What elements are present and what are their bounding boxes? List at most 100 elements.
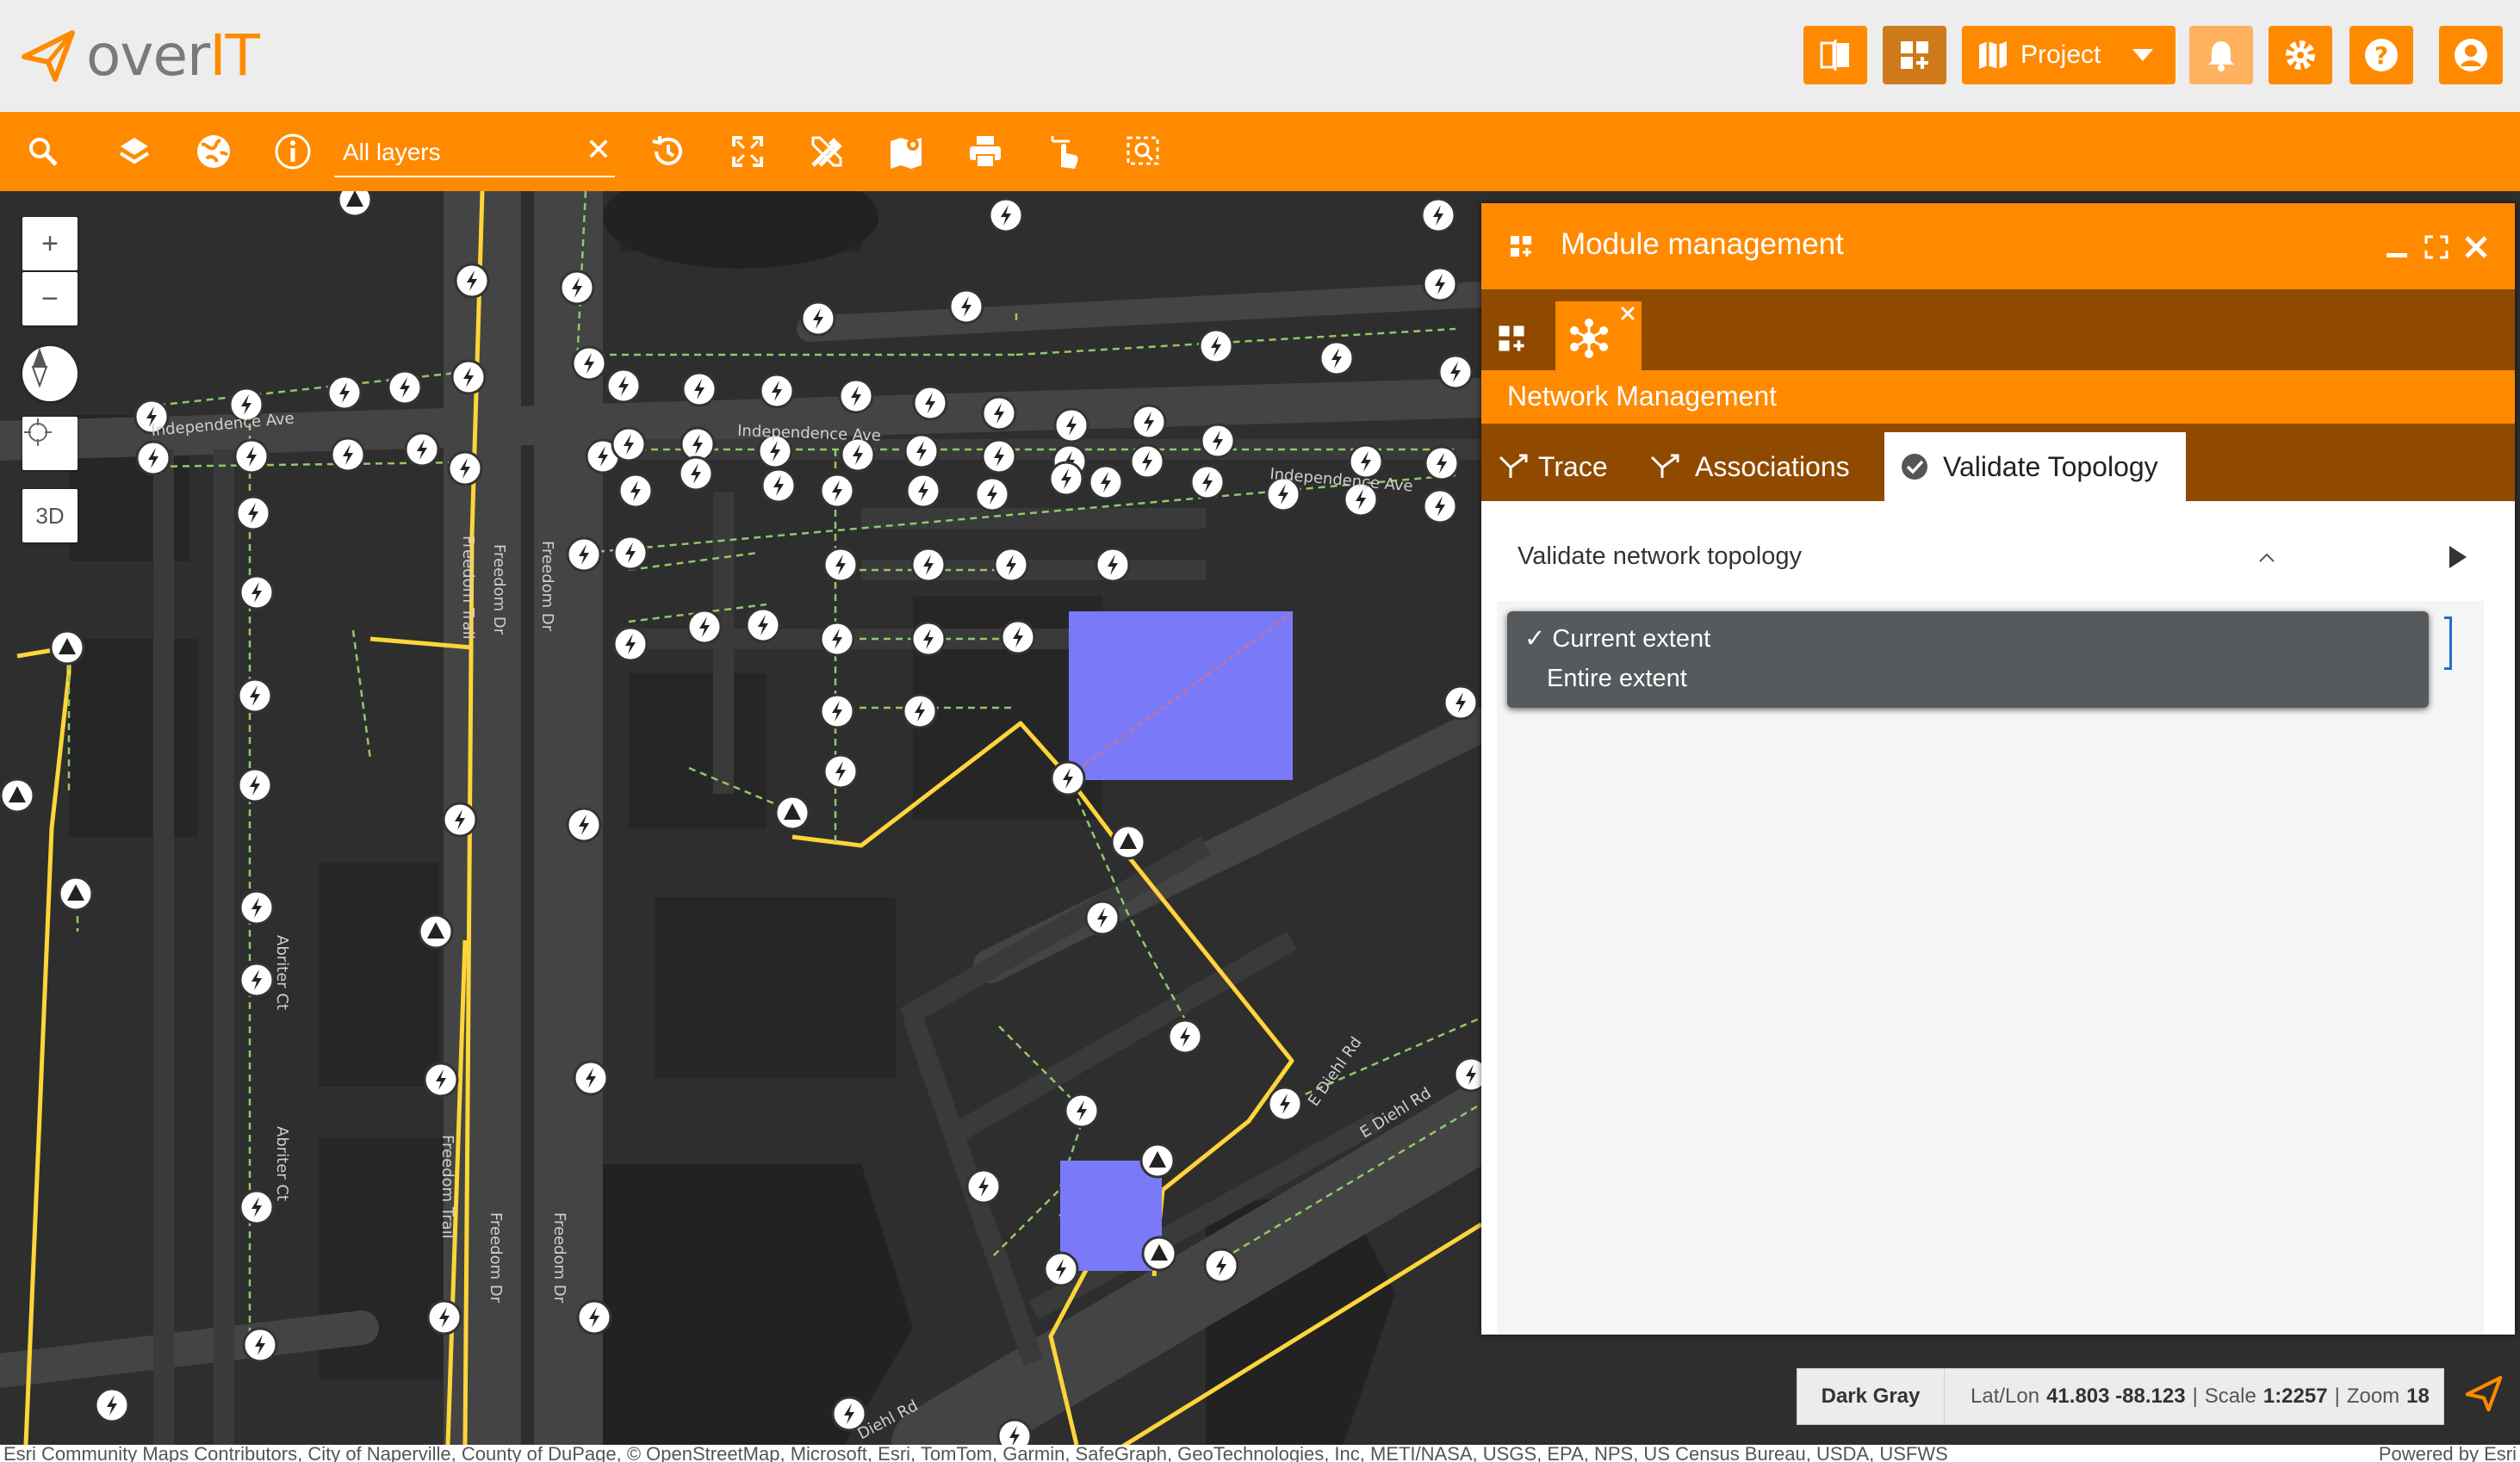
lightning-node-icon[interactable] bbox=[454, 263, 490, 299]
fullscreen-button[interactable] bbox=[722, 126, 773, 177]
lightning-node-icon[interactable] bbox=[1422, 266, 1458, 302]
info-button[interactable] bbox=[267, 126, 319, 177]
lightning-node-icon[interactable] bbox=[1064, 1093, 1100, 1129]
lightning-node-icon[interactable] bbox=[1095, 547, 1131, 583]
layer-select[interactable]: ✕ bbox=[334, 127, 615, 177]
lightning-node-icon[interactable] bbox=[1088, 464, 1124, 500]
lightning-node-icon[interactable] bbox=[1200, 423, 1236, 459]
lightning-node-icon[interactable] bbox=[1048, 461, 1084, 497]
lightning-node-icon[interactable] bbox=[974, 476, 1010, 512]
lightning-node-icon[interactable] bbox=[745, 607, 781, 643]
lightning-node-icon[interactable] bbox=[576, 1299, 612, 1335]
basemap-name[interactable]: Dark Gray bbox=[1797, 1369, 1945, 1424]
lightning-node-icon[interactable] bbox=[330, 437, 366, 473]
lightning-node-icon[interactable] bbox=[1131, 404, 1167, 440]
lightning-node-icon[interactable] bbox=[819, 621, 855, 657]
tab-close-icon[interactable] bbox=[1619, 305, 1636, 322]
minimize-icon[interactable] bbox=[2384, 234, 2410, 260]
lightning-node-icon[interactable] bbox=[1198, 328, 1234, 364]
lightning-node-icon[interactable] bbox=[237, 678, 273, 714]
lightning-node-icon[interactable] bbox=[1084, 900, 1120, 936]
lightning-node-icon[interactable] bbox=[902, 693, 938, 729]
lightning-node-icon[interactable] bbox=[1043, 1251, 1079, 1287]
tab-trace[interactable]: Trace bbox=[1499, 432, 1629, 501]
map-pins-button[interactable] bbox=[880, 126, 932, 177]
locate-button[interactable] bbox=[22, 417, 78, 470]
lightning-node-icon[interactable] bbox=[759, 373, 795, 409]
lightning-node-icon[interactable] bbox=[822, 753, 859, 790]
lightning-node-icon[interactable] bbox=[1050, 760, 1086, 796]
triangle-node-icon[interactable] bbox=[0, 777, 35, 814]
lightning-node-icon[interactable] bbox=[822, 547, 859, 583]
maximize-icon[interactable] bbox=[2424, 234, 2449, 260]
lightning-node-icon[interactable] bbox=[965, 1168, 1002, 1205]
lightning-node-icon[interactable] bbox=[559, 269, 595, 306]
lightning-node-icon[interactable] bbox=[681, 371, 717, 407]
extent-dropdown[interactable]: ✓ Current extent Entire extent bbox=[1507, 611, 2429, 708]
lightning-node-icon[interactable] bbox=[678, 455, 714, 492]
basemap-button[interactable] bbox=[188, 126, 239, 177]
lightning-node-icon[interactable] bbox=[819, 693, 855, 729]
lightning-node-icon[interactable] bbox=[447, 450, 483, 486]
chevron-up-icon[interactable] bbox=[2258, 551, 2275, 563]
triangle-node-icon[interactable] bbox=[418, 914, 454, 950]
touch-button[interactable] bbox=[1039, 126, 1090, 177]
lightning-node-icon[interactable] bbox=[611, 426, 647, 462]
triangle-node-icon[interactable] bbox=[337, 191, 373, 218]
lightning-node-icon[interactable] bbox=[948, 288, 984, 325]
lightning-node-icon[interactable] bbox=[800, 300, 836, 337]
settings-button[interactable] bbox=[2269, 26, 2332, 84]
lightning-node-icon[interactable] bbox=[450, 359, 487, 395]
lightning-node-icon[interactable] bbox=[1129, 443, 1165, 480]
triangle-node-icon[interactable] bbox=[58, 876, 94, 912]
lightning-node-icon[interactable] bbox=[910, 621, 947, 657]
lightning-node-icon[interactable] bbox=[571, 345, 607, 381]
lightning-node-icon[interactable] bbox=[426, 1299, 462, 1335]
lightning-node-icon[interactable] bbox=[1443, 685, 1479, 721]
lightning-node-icon[interactable] bbox=[404, 431, 440, 468]
triangle-node-icon[interactable] bbox=[1141, 1236, 1177, 1272]
option-current-extent[interactable]: ✓ Current extent bbox=[1524, 623, 1710, 654]
triangle-node-icon[interactable] bbox=[1110, 824, 1146, 860]
lightning-node-icon[interactable] bbox=[605, 368, 642, 404]
search-button[interactable] bbox=[17, 126, 69, 177]
select-area-button[interactable] bbox=[1118, 126, 1170, 177]
lightning-node-icon[interactable] bbox=[903, 433, 940, 469]
modules-list-icon[interactable] bbox=[1497, 324, 1526, 353]
lightning-node-icon[interactable] bbox=[760, 468, 797, 504]
lightning-node-icon[interactable] bbox=[239, 574, 275, 610]
lightning-node-icon[interactable] bbox=[566, 807, 602, 843]
lightning-node-icon[interactable] bbox=[387, 369, 423, 406]
powered-by-esri[interactable]: Powered by Esri bbox=[2378, 1445, 2517, 1462]
lightning-node-icon[interactable] bbox=[1424, 445, 1460, 481]
lightning-node-icon[interactable] bbox=[423, 1062, 459, 1098]
lightning-node-icon[interactable] bbox=[910, 547, 947, 583]
lightning-node-icon[interactable] bbox=[1167, 1019, 1203, 1055]
lightning-node-icon[interactable] bbox=[612, 535, 649, 571]
lightning-node-icon[interactable] bbox=[242, 1327, 278, 1363]
view-3d-button[interactable]: 3D bbox=[22, 489, 78, 542]
tools-button[interactable] bbox=[801, 126, 853, 177]
zoom-in-button[interactable]: + bbox=[22, 217, 78, 270]
lightning-node-icon[interactable] bbox=[1420, 197, 1456, 233]
tab-associations[interactable]: Associations bbox=[1650, 432, 1874, 501]
lightning-node-icon[interactable] bbox=[686, 609, 723, 645]
compare-button[interactable] bbox=[1803, 26, 1867, 84]
lightning-node-icon[interactable] bbox=[912, 385, 948, 421]
lightning-node-icon[interactable] bbox=[1203, 1248, 1239, 1284]
lightning-node-icon[interactable] bbox=[1437, 354, 1474, 390]
lightning-node-icon[interactable] bbox=[1189, 464, 1226, 500]
history-button[interactable] bbox=[642, 126, 694, 177]
close-icon[interactable] bbox=[2463, 234, 2489, 260]
help-button[interactable]: ? bbox=[2349, 26, 2413, 84]
lightning-node-icon[interactable] bbox=[239, 1189, 275, 1225]
lightning-node-icon[interactable] bbox=[239, 962, 275, 998]
lightning-node-icon[interactable] bbox=[442, 802, 478, 838]
print-button[interactable] bbox=[959, 126, 1011, 177]
lightning-node-icon[interactable] bbox=[618, 473, 654, 509]
layers-button[interactable] bbox=[109, 126, 160, 177]
compass-button[interactable] bbox=[22, 346, 78, 401]
lightning-node-icon[interactable] bbox=[566, 536, 602, 573]
lightning-node-icon[interactable] bbox=[237, 767, 273, 803]
lightning-node-icon[interactable] bbox=[996, 1418, 1033, 1445]
